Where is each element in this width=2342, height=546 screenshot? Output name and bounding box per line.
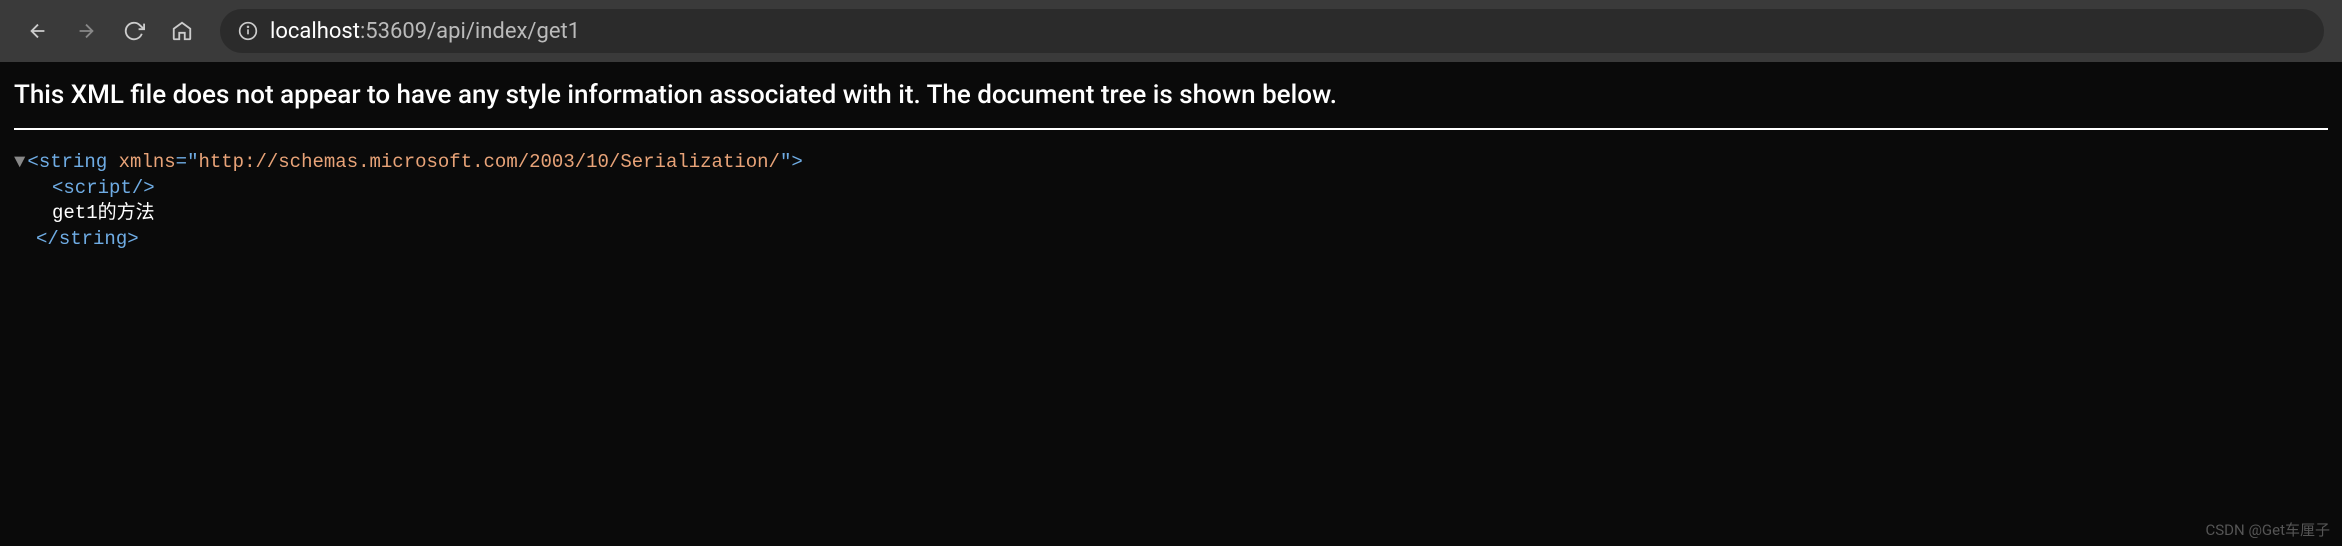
watermark-text: CSDN @Get车厘子 <box>2206 519 2330 540</box>
site-info-icon[interactable] <box>238 21 258 41</box>
browser-toolbar: localhost:53609/api/index/get1 <box>0 0 2342 62</box>
url-path: :53609/api/index/get1 <box>360 19 580 44</box>
xml-text-line: get1的方法 <box>14 201 2328 227</box>
forward-button[interactable] <box>66 11 106 51</box>
home-icon <box>171 20 193 42</box>
xml-text-content: get1的方法 <box>52 202 155 224</box>
reload-icon <box>123 20 145 42</box>
xml-document-tree: ▼<string xmlns="http://schemas.microsoft… <box>14 150 2328 253</box>
xml-attr-name: xmlns <box>119 151 176 173</box>
arrow-right-icon <box>75 20 97 42</box>
xml-close-tag: string <box>59 228 127 250</box>
xml-open-tag-line: ▼<string xmlns="http://schemas.microsoft… <box>14 150 2328 176</box>
xml-child-tag: script <box>63 177 131 199</box>
back-button[interactable] <box>18 11 58 51</box>
xml-attr-value: http://schemas.microsoft.com/2003/10/Ser… <box>198 151 780 173</box>
xml-close-tag-line: </string> <box>14 227 2328 253</box>
xml-root-tag: string <box>39 151 107 173</box>
url-text: localhost:53609/api/index/get1 <box>270 19 580 44</box>
url-host: localhost <box>270 19 360 44</box>
xml-style-notice: This XML file does not appear to have an… <box>14 80 2328 130</box>
home-button[interactable] <box>162 11 202 51</box>
address-bar[interactable]: localhost:53609/api/index/get1 <box>220 9 2324 53</box>
arrow-left-icon <box>27 20 49 42</box>
xml-child-line: <script/> <box>14 176 2328 202</box>
collapse-toggle-icon[interactable]: ▼ <box>14 150 25 176</box>
reload-button[interactable] <box>114 11 154 51</box>
page-content: This XML file does not appear to have an… <box>0 62 2342 271</box>
